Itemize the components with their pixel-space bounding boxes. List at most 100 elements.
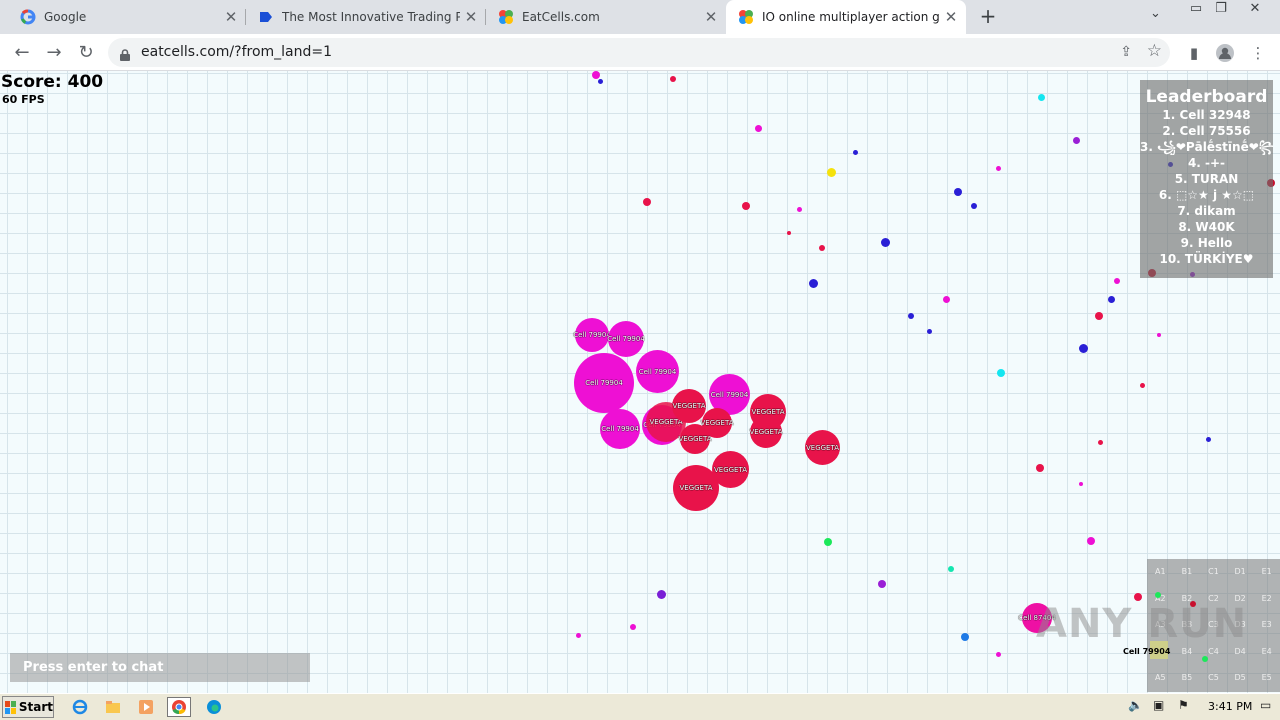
edge-icon[interactable] xyxy=(202,697,226,717)
food-pellet xyxy=(971,203,977,209)
leaderboard-row: 1. Cell 32948 xyxy=(1162,108,1251,122)
food-pellet xyxy=(1134,593,1142,601)
food-pellet xyxy=(996,166,1001,171)
leaderboard-row: 7. dikam xyxy=(1177,204,1236,218)
forward-arrow-icon[interactable]: → xyxy=(41,40,67,66)
food-pellet xyxy=(630,624,636,630)
close-icon[interactable]: ✕ xyxy=(220,8,242,26)
game-canvas[interactable]: Cell 79904 Cell 79904 Cell 79904 Cell 79… xyxy=(0,71,1280,693)
food-pellet xyxy=(598,79,603,84)
tab-title: Google xyxy=(44,10,87,24)
browser-toolbar: ← → ↻ eatcells.com/?from_land=1 ⇪ ☆ ▮ ⋮ xyxy=(0,34,1280,71)
close-icon[interactable]: ✕ xyxy=(700,8,722,26)
score-display: Score: 400 xyxy=(1,72,104,92)
leaderboard-row: 5. TURAN xyxy=(1174,172,1239,186)
food-pellet xyxy=(824,538,832,546)
tab-title: IO online multiplayer action game. Su xyxy=(762,10,940,24)
food-pellet xyxy=(1079,482,1083,486)
tab-trading[interactable]: The Most Innovative Trading Platform ✕ xyxy=(246,0,486,34)
minimap-sector: A1 xyxy=(1155,567,1166,576)
minimize-icon[interactable]: ▭ xyxy=(1183,0,1209,18)
leaderboard: Leaderboard 1. Cell 32948 2. Cell 75556 … xyxy=(1140,80,1273,278)
tab-google[interactable]: Google ✕ xyxy=(8,0,246,34)
leaderboard-row: 2. Cell 75556 xyxy=(1162,124,1251,138)
food-pellet xyxy=(1038,94,1045,101)
food-pellet xyxy=(787,231,791,235)
cell-label: Cell 79904 xyxy=(710,390,749,399)
start-button[interactable]: Start xyxy=(2,696,54,718)
share-icon[interactable]: ⇪ xyxy=(1120,44,1132,60)
media-player-icon[interactable] xyxy=(134,697,158,717)
chat-input[interactable]: Press enter to chat xyxy=(10,653,310,682)
url-text[interactable]: eatcells.com/?from_land=1 xyxy=(141,44,332,60)
close-icon[interactable]: ✕ xyxy=(940,8,962,26)
new-tab-button[interactable]: + xyxy=(976,4,1000,28)
food-pellet xyxy=(1087,537,1095,545)
side-panel-icon[interactable]: ▮ xyxy=(1181,40,1207,66)
restore-icon[interactable]: ❐ xyxy=(1208,0,1234,18)
food-pellet xyxy=(997,369,1005,377)
back-arrow-icon[interactable]: ← xyxy=(9,40,35,66)
reload-icon[interactable]: ↻ xyxy=(73,40,99,66)
tab-io-game[interactable]: IO online multiplayer action game. Su ✕ xyxy=(726,0,966,34)
player-cell: Cell 79904 xyxy=(607,321,645,357)
food-pellet xyxy=(1157,333,1161,337)
eatcells-icon xyxy=(498,9,514,25)
bookmark-star-icon[interactable]: ☆ xyxy=(1147,41,1162,61)
food-pellet xyxy=(908,313,914,319)
food-pellet xyxy=(1095,312,1103,320)
cell-label: VEGGETA xyxy=(679,484,713,492)
leaderboard-title: Leaderboard xyxy=(1145,87,1268,107)
food-pellet xyxy=(1079,344,1088,353)
food-pellet xyxy=(1114,278,1120,284)
food-pellet xyxy=(948,566,954,572)
minimap-sector: D1 xyxy=(1234,567,1246,576)
food-pellet xyxy=(1206,437,1211,442)
windows-taskbar: Start 🔈 ▣ ⚑ 3:41 PM ▭ xyxy=(0,693,1280,720)
enemy-cell: VEGGETA xyxy=(805,430,840,465)
food-pellet xyxy=(878,580,886,588)
enemy-cell: VEGGETA xyxy=(750,416,783,448)
food-pellet xyxy=(853,150,858,155)
tab-search-chevron-icon[interactable]: ⌄ xyxy=(1150,6,1161,21)
profile-icon[interactable] xyxy=(1212,40,1238,66)
cell-label: Cell 79904 xyxy=(601,425,639,433)
clock: 3:41 PM xyxy=(1208,700,1253,713)
cell-label: Cell 79904 xyxy=(573,331,611,339)
food-pellet xyxy=(809,279,818,288)
enemy-cell: VEGGETA xyxy=(672,389,706,423)
cell-label: VEGGETA xyxy=(751,408,785,416)
tab-title: The Most Innovative Trading Platform xyxy=(282,10,460,24)
food-pellet xyxy=(1098,440,1103,445)
food-pellet xyxy=(927,329,932,334)
enemy-cell: VEGGETA xyxy=(679,424,712,454)
flag-icon[interactable]: ⚑ xyxy=(1178,698,1189,712)
eatcells-icon xyxy=(738,9,754,25)
network-icon[interactable]: ▣ xyxy=(1153,698,1164,712)
cell-label: Cell 79904 xyxy=(607,335,645,343)
file-explorer-icon[interactable] xyxy=(101,697,125,717)
window-close-icon[interactable]: ✕ xyxy=(1242,0,1268,18)
menu-kebab-icon[interactable]: ⋮ xyxy=(1245,40,1271,66)
google-icon xyxy=(20,9,36,25)
anyrun-watermark: ANY RUN xyxy=(1036,601,1248,647)
tab-eatcells[interactable]: EatCells.com ✕ xyxy=(486,0,726,34)
food-pellet xyxy=(961,633,969,641)
food-pellet xyxy=(1036,464,1044,472)
internet-explorer-icon[interactable] xyxy=(68,697,92,717)
minimap-sector: B1 xyxy=(1181,567,1193,576)
minimap-sector: E4 xyxy=(1261,646,1272,656)
food-pellet xyxy=(643,198,651,206)
close-icon[interactable]: ✕ xyxy=(460,8,482,26)
leaderboard-row: 8. W40K xyxy=(1178,220,1235,234)
food-pellet xyxy=(742,202,750,210)
minimap-sector: B5 xyxy=(1181,673,1193,683)
volume-icon[interactable]: 🔈 xyxy=(1128,698,1143,712)
show-desktop-icon[interactable]: ▭ xyxy=(1260,698,1271,712)
address-bar[interactable]: eatcells.com/?from_land=1 ⇪ ☆ xyxy=(108,38,1170,67)
player-cell: Cell 79904 xyxy=(600,409,640,449)
start-label: Start xyxy=(18,700,53,714)
chrome-icon[interactable] xyxy=(167,697,191,717)
player-cell: Cell 79904 xyxy=(636,350,679,393)
minimap-sector: A5 xyxy=(1155,673,1166,683)
